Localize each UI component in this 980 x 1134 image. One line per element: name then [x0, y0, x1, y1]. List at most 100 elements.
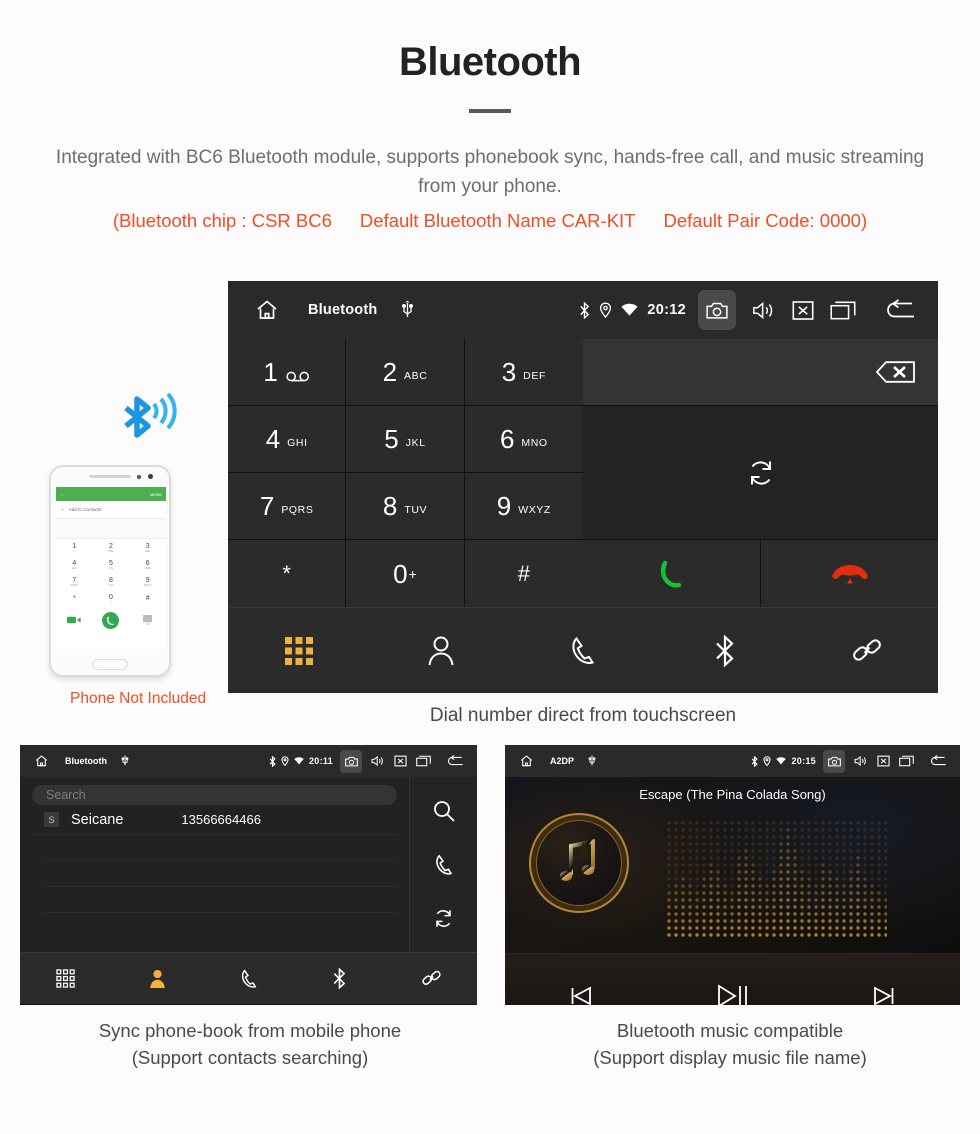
audio-spectrum-visualizer: [665, 819, 887, 937]
key-8[interactable]: 8 TUV: [346, 473, 465, 540]
music-status-icons: 20:15: [746, 745, 954, 777]
contact-list: Search S Seicane 13566664466: [20, 777, 409, 952]
page-root: Bluetooth Integrated with BC6 Bluetooth …: [0, 0, 980, 1134]
phone-key: 9 WXYZ: [129, 573, 166, 590]
nav-contacts[interactable]: [370, 635, 512, 667]
key-label: 5: [384, 424, 399, 454]
back-icon[interactable]: [928, 755, 947, 767]
key-hash[interactable]: #: [464, 540, 583, 607]
key-label: *: [282, 560, 291, 586]
phone-call-button: [102, 611, 120, 629]
key-label: 8: [382, 491, 398, 521]
phone-disclaimer: Phone Not Included: [70, 690, 207, 707]
key-5[interactable]: 5 JKL: [346, 406, 465, 473]
phone-key: #: [129, 590, 166, 607]
phone-key-sub: ABC: [108, 549, 114, 553]
home-icon[interactable]: [519, 754, 534, 768]
sync-icon[interactable]: [432, 907, 455, 930]
close-box-icon[interactable]: [792, 300, 814, 321]
key-4[interactable]: 4 GHI: [228, 406, 347, 473]
key-3[interactable]: 3 DEF: [464, 339, 583, 406]
album-art-badge: [529, 813, 629, 913]
key-9[interactable]: 9 WXYZ: [464, 473, 583, 540]
recents-icon[interactable]: [899, 755, 914, 767]
play-pause-icon: [716, 983, 750, 1005]
key-7[interactable]: 7 PQRS: [228, 473, 347, 540]
phone-screen: ← MORE + Add to Contacts 1 ∞ 2 ABC 3 DEF 4G…: [56, 487, 166, 649]
recents-icon[interactable]: [830, 300, 856, 321]
key-2[interactable]: 2 ABC: [346, 339, 465, 406]
home-icon[interactable]: [34, 754, 49, 768]
spec-paircode: Default Pair Code: 0000): [663, 209, 868, 231]
phone-camera: [148, 474, 153, 479]
phonebook-body: Search S Seicane 13566664466: [20, 777, 477, 952]
close-box-icon[interactable]: [877, 755, 890, 767]
key-6[interactable]: 6 MNO: [464, 406, 583, 473]
nav-bluetooth[interactable]: [654, 634, 796, 667]
nav-pair-link[interactable]: [796, 635, 938, 667]
link-icon: [421, 968, 442, 989]
phonebook-bottom-nav: [20, 952, 477, 1004]
nav-pair-link[interactable]: [386, 968, 477, 989]
music-artwork-stage: Escape (The Pina Colada Song): [505, 777, 960, 953]
key-label: #: [517, 560, 530, 586]
phone-key: 0 +: [93, 590, 130, 607]
dialer-right-pane: [583, 339, 938, 607]
hangup-button[interactable]: [761, 540, 938, 607]
camera-icon[interactable]: [698, 290, 736, 330]
phonebook-clock: 20:11: [308, 756, 333, 766]
nav-call-log[interactable]: [203, 969, 294, 989]
phone-key-num: 2: [109, 542, 113, 550]
phone-icon[interactable]: [433, 854, 455, 876]
music-status-bar: A2DP 20:15: [505, 745, 960, 777]
next-track-button[interactable]: [808, 984, 960, 1005]
previous-track-button[interactable]: [505, 984, 657, 1005]
key-0[interactable]: 0 +: [346, 540, 465, 607]
nav-dialpad[interactable]: [20, 969, 111, 988]
phone-key-sub: JKL: [108, 566, 114, 570]
sync-contacts-button[interactable]: [583, 406, 938, 540]
search-input[interactable]: Search: [32, 785, 397, 805]
volume-icon[interactable]: [854, 755, 868, 767]
key-label: 9: [496, 491, 512, 521]
back-icon[interactable]: [445, 755, 464, 767]
recents-icon[interactable]: [416, 755, 431, 767]
key-sublabel: PQRS: [281, 504, 314, 516]
nav-contacts[interactable]: [111, 968, 202, 989]
camera-icon[interactable]: [340, 749, 362, 773]
bluetooth-icon: [714, 634, 736, 667]
avatar: S: [44, 812, 59, 827]
location-icon: [281, 756, 289, 766]
key-sublabel: MNO: [521, 437, 548, 449]
search-icon[interactable]: [432, 799, 456, 823]
nav-call-log[interactable]: [512, 636, 654, 666]
key-label: 6: [499, 424, 515, 454]
backspace-icon[interactable]: [860, 359, 916, 385]
play-pause-button[interactable]: [657, 983, 809, 1005]
home-icon[interactable]: [254, 298, 280, 322]
bluetooth-icon: [332, 968, 347, 989]
camera-icon[interactable]: [823, 749, 845, 773]
close-box-icon[interactable]: [394, 755, 407, 767]
prev-icon: [569, 984, 593, 1005]
phone-key-sub: MNO: [144, 566, 151, 570]
key-label: 4: [265, 424, 281, 454]
volume-icon[interactable]: [371, 755, 385, 767]
phone-sensor: [137, 475, 141, 479]
phone-key-num: 6: [145, 559, 150, 567]
call-button[interactable]: [583, 540, 761, 607]
phonebook-status-icons: 20:11: [264, 745, 471, 777]
bluetooth-signal-icon: [120, 390, 182, 448]
volume-icon[interactable]: [752, 300, 776, 321]
key-1[interactable]: 1: [228, 339, 347, 406]
nav-dialpad[interactable]: [228, 636, 370, 666]
phone-key-sub: GHI: [72, 566, 77, 570]
list-item[interactable]: S Seicane 13566664466: [32, 805, 397, 835]
usb-icon: [121, 755, 129, 767]
phone-key-sub: ∞: [73, 549, 76, 553]
key-star[interactable]: *: [228, 540, 347, 607]
number-display-field[interactable]: [583, 339, 938, 406]
back-icon[interactable]: [882, 299, 916, 321]
key-label: 0: [393, 558, 408, 589]
nav-bluetooth[interactable]: [294, 968, 385, 989]
